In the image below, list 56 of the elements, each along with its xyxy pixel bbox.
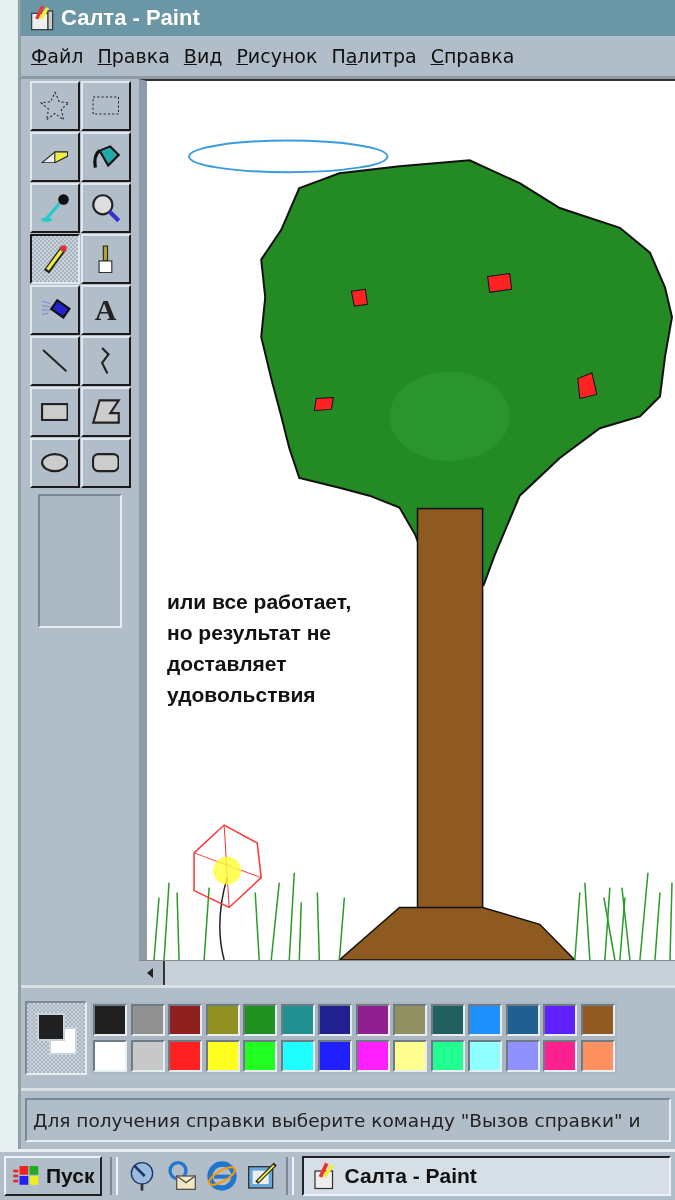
eraser-icon <box>40 150 69 164</box>
color-swatch[interactable] <box>543 1004 577 1037</box>
color-swatch[interactable] <box>468 1004 502 1037</box>
color-swatch[interactable] <box>355 1039 390 1072</box>
color-swatch[interactable] <box>468 1039 502 1072</box>
horizontal-scrollbar[interactable] <box>139 960 675 985</box>
ellipse-icon <box>40 453 69 473</box>
color-swatch[interactable] <box>130 1004 165 1037</box>
color-swatch[interactable] <box>130 1039 165 1072</box>
menu-item[interactable]: Правка <box>97 45 170 67</box>
color-swatch[interactable] <box>543 1039 577 1072</box>
color-swatch[interactable] <box>93 1039 127 1072</box>
color-swatch[interactable] <box>393 1004 427 1037</box>
start-button[interactable]: Пуск <box>4 1156 103 1196</box>
color-swatch[interactable] <box>168 1004 202 1037</box>
menu-item[interactable]: Вид <box>183 45 223 67</box>
menu-item[interactable]: Справка <box>430 45 515 67</box>
rectangle-icon <box>40 402 69 422</box>
color-swatch[interactable] <box>355 1004 390 1037</box>
caption-text: или все работает, но результат не доставляет удовольствия <box>167 589 352 708</box>
status-bar: Для получения справки выберите команду "Вызов справки" и <box>25 1098 671 1142</box>
color-swatch[interactable] <box>280 1004 315 1037</box>
color-swatch[interactable] <box>205 1004 240 1037</box>
tool-button[interactable] <box>29 234 80 284</box>
curve-icon <box>100 347 111 375</box>
menu-item[interactable]: Рисунок <box>236 45 318 67</box>
rounded-rectangle-icon <box>91 453 120 473</box>
color-swatch[interactable] <box>505 1039 540 1072</box>
mail-envelope-icon[interactable] <box>166 1160 199 1192</box>
drawing-canvas[interactable]: или все работает, но результат не доставляет удовольствия <box>139 79 675 960</box>
brush-icon <box>98 244 113 274</box>
taskbar-window-button[interactable]: Салта - Paint <box>302 1156 671 1196</box>
window-title: Салта - Paint <box>61 5 200 31</box>
color-swatch[interactable] <box>318 1039 352 1072</box>
color-swatch[interactable] <box>243 1004 277 1037</box>
color-swatch[interactable] <box>93 1004 127 1037</box>
menu-item[interactable]: Палитра <box>331 45 417 67</box>
color-swatch[interactable] <box>280 1039 315 1072</box>
color-swatch[interactable] <box>393 1039 427 1072</box>
color-swatch[interactable] <box>430 1004 465 1037</box>
color-swatch[interactable] <box>580 1004 615 1037</box>
color-swatch[interactable] <box>580 1039 615 1072</box>
color-swatch[interactable] <box>243 1039 277 1072</box>
color-swatch[interactable] <box>318 1004 352 1037</box>
color-swatch[interactable] <box>430 1039 465 1072</box>
dashed-rectangle-icon <box>91 96 120 116</box>
tool-button[interactable]: A <box>80 285 131 335</box>
foreground-color-swatch[interactable] <box>37 1013 65 1041</box>
color-swatch[interactable] <box>168 1039 202 1072</box>
color-swatch[interactable] <box>505 1004 540 1037</box>
line-icon <box>41 349 68 373</box>
menu-item[interactable]: Файл <box>31 45 84 67</box>
toolbar-grip <box>286 1157 295 1195</box>
toolbar-grip <box>110 1157 119 1195</box>
desktop-pencil-icon[interactable] <box>246 1160 279 1192</box>
color-swatch[interactable] <box>205 1039 240 1072</box>
